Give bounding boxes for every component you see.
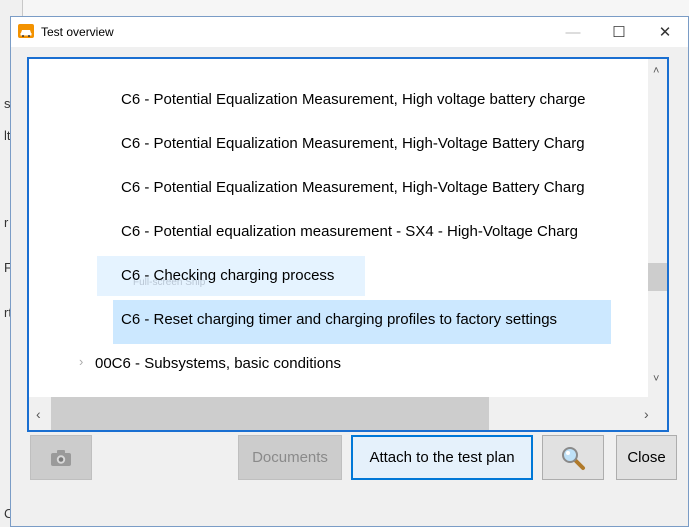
- background-text: r: [4, 215, 9, 230]
- close-icon: ✕: [658, 24, 672, 41]
- title-bar[interactable]: Test overview — ☐ ✕: [11, 17, 688, 47]
- scroll-down-icon[interactable]: ˅: [653, 373, 659, 385]
- tree-item[interactable]: C6 - Potential Equalization Measurement,…: [121, 90, 585, 110]
- horizontal-scroll-thumb[interactable]: [51, 397, 489, 430]
- scroll-right-icon[interactable]: ›: [644, 406, 649, 422]
- background-app-header: [22, 0, 689, 17]
- scroll-left-icon[interactable]: ‹: [36, 406, 41, 422]
- test-overview-dialog: Test overview — ☐ ✕ Full-screen Snip C6 …: [10, 16, 689, 527]
- window-title: Test overview: [41, 25, 114, 39]
- minimize-icon: —: [565, 23, 581, 41]
- vertical-scroll-thumb[interactable]: [648, 263, 667, 291]
- tree-item[interactable]: C6 - Potential Equalization Measurement,…: [121, 178, 585, 198]
- tree-item-selected[interactable]: C6 - Reset charging timer and charging p…: [121, 310, 557, 330]
- car-icon: [18, 24, 34, 38]
- documents-button[interactable]: Documents: [238, 435, 342, 480]
- magnifier-icon: [562, 446, 585, 470]
- scroll-up-icon[interactable]: ˄: [653, 65, 659, 77]
- close-window-button[interactable]: ✕: [642, 17, 688, 47]
- tree-item[interactable]: C6 - Potential equalization measurement …: [121, 222, 578, 242]
- vertical-scrollbar[interactable]: ˄ ˅: [648, 59, 667, 397]
- tree-item[interactable]: C6 - Checking charging process: [121, 266, 334, 286]
- test-tree[interactable]: Full-screen Snip C6 - Potential Equaliza…: [27, 57, 669, 432]
- tree-item[interactable]: C6 - Potential Equalization Measurement,…: [121, 134, 585, 154]
- tree-node-subsystems[interactable]: 00C6 - Subsystems, basic conditions: [95, 354, 341, 374]
- documents-label: Documents: [252, 449, 328, 466]
- screenshot-button[interactable]: [30, 435, 92, 480]
- maximize-button[interactable]: ☐: [596, 17, 642, 47]
- close-label: Close: [627, 449, 666, 466]
- close-button[interactable]: Close: [616, 435, 677, 480]
- expand-chevron-icon[interactable]: ›: [79, 354, 83, 369]
- horizontal-scrollbar[interactable]: ‹ ›: [29, 397, 667, 430]
- attach-to-test-plan-button[interactable]: Attach to the test plan: [351, 435, 533, 480]
- minimize-button[interactable]: —: [550, 17, 596, 47]
- maximize-icon: ☐: [612, 24, 626, 41]
- attach-label: Attach to the test plan: [369, 449, 515, 466]
- search-button[interactable]: [542, 435, 604, 480]
- camera-icon: [51, 449, 71, 466]
